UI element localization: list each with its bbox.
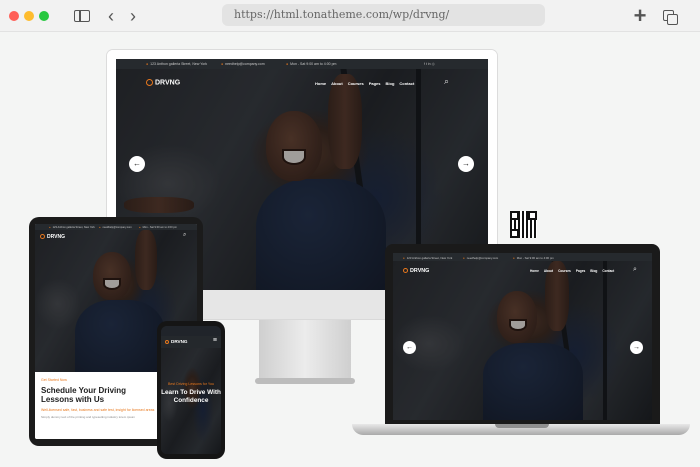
phone-device: DRVNG ≡ Best Driving Lessons for You Lea… [157, 321, 225, 459]
topbar-phone: Mon - Sat 9:00 am to 4:00 pm [286, 62, 336, 66]
steering-wheel-icon [146, 79, 153, 86]
site-navbar: DRVNG Home About Courses Pages Blog Cont… [116, 73, 488, 93]
laptop-notch [495, 424, 549, 428]
social-icons[interactable]: f t in ◎ [424, 62, 435, 66]
forward-icon[interactable]: › [126, 6, 140, 26]
laptop-slider-prev-button[interactable]: ← [403, 341, 416, 354]
phone-website-preview: DRVNG ≡ Best Driving Lessons for You Lea… [161, 326, 221, 454]
laptop-hero-image [393, 261, 652, 420]
imac-stand [259, 320, 351, 382]
copy-icon[interactable] [662, 6, 678, 26]
site-logo[interactable]: DRVNG [146, 79, 180, 86]
slider-next-button[interactable]: → [458, 156, 474, 172]
close-window-icon[interactable] [9, 11, 19, 21]
site-topbar: 123 Anthon galleria Street, New York nee… [116, 59, 488, 69]
phone-hero-text: Best Driving Lessons for You Learn To Dr… [161, 382, 221, 404]
menu-item-home[interactable]: Home [315, 81, 326, 86]
laptop-website-preview: 123 Anthon galleria Street, New York nee… [393, 253, 652, 420]
laptop-logo[interactable]: DRVNG [403, 268, 429, 274]
phone-topbar [161, 326, 221, 336]
topbar-address: 123 Anthon galleria Street, New York [146, 62, 207, 66]
menu-item-about[interactable]: About [331, 81, 343, 86]
browser-toolbar: ‹ › https://html.tonatheme.com/wp/drvng/… [0, 0, 700, 32]
tablet-topbar: 123 Anthon galleria Street, New York nee… [35, 224, 197, 230]
phone-logo[interactable]: DRVNG [165, 339, 188, 344]
laptop-menu: Home About Courses Pages Blog Contact [530, 269, 615, 273]
laptop-topbar: 123 Anthon galleria Street, New York nee… [393, 253, 652, 261]
tablet-logo[interactable]: DRVNG [40, 234, 65, 240]
menu-item-courses[interactable]: Courses [348, 81, 364, 86]
main-menu: Home About Courses Pages Blog Contact [310, 81, 414, 86]
minimize-window-icon[interactable] [24, 11, 34, 21]
maximize-window-icon[interactable] [39, 11, 49, 21]
address-bar[interactable]: https://html.tonatheme.com/wp/drvng/ [222, 4, 545, 26]
laptop-slider-next-button[interactable]: → [630, 341, 643, 354]
phone-kicker: Best Driving Lessons for You [168, 382, 214, 386]
qr-code-icon [510, 211, 537, 238]
menu-item-contact[interactable]: Contact [399, 81, 414, 86]
search-icon[interactable]: ⌕ [444, 76, 449, 87]
laptop-navbar: DRVNG Home About Courses Pages Blog Cont… [393, 264, 652, 278]
laptop-device: 123 Anthon galleria Street, New York nee… [385, 244, 660, 424]
slider-prev-button[interactable]: ← [129, 156, 145, 172]
tablet-search-icon[interactable]: ⌕ [183, 232, 186, 239]
sidebar-icon[interactable] [73, 6, 91, 26]
menu-item-blog[interactable]: Blog [386, 81, 395, 86]
new-tab-icon[interactable]: + [632, 5, 648, 27]
laptop-search-icon[interactable]: ⌕ [633, 266, 637, 274]
imac-foot [255, 378, 355, 384]
phone-title: Learn To Drive With Confidence [161, 389, 221, 404]
topbar-email: needhelp@company.com [221, 62, 264, 66]
hamburger-menu-icon[interactable]: ≡ [213, 337, 217, 344]
back-icon[interactable]: ‹ [104, 6, 118, 26]
tablet-headline: Schedule Your Driving Lessons with Us [41, 386, 127, 404]
menu-item-pages[interactable]: Pages [369, 81, 381, 86]
